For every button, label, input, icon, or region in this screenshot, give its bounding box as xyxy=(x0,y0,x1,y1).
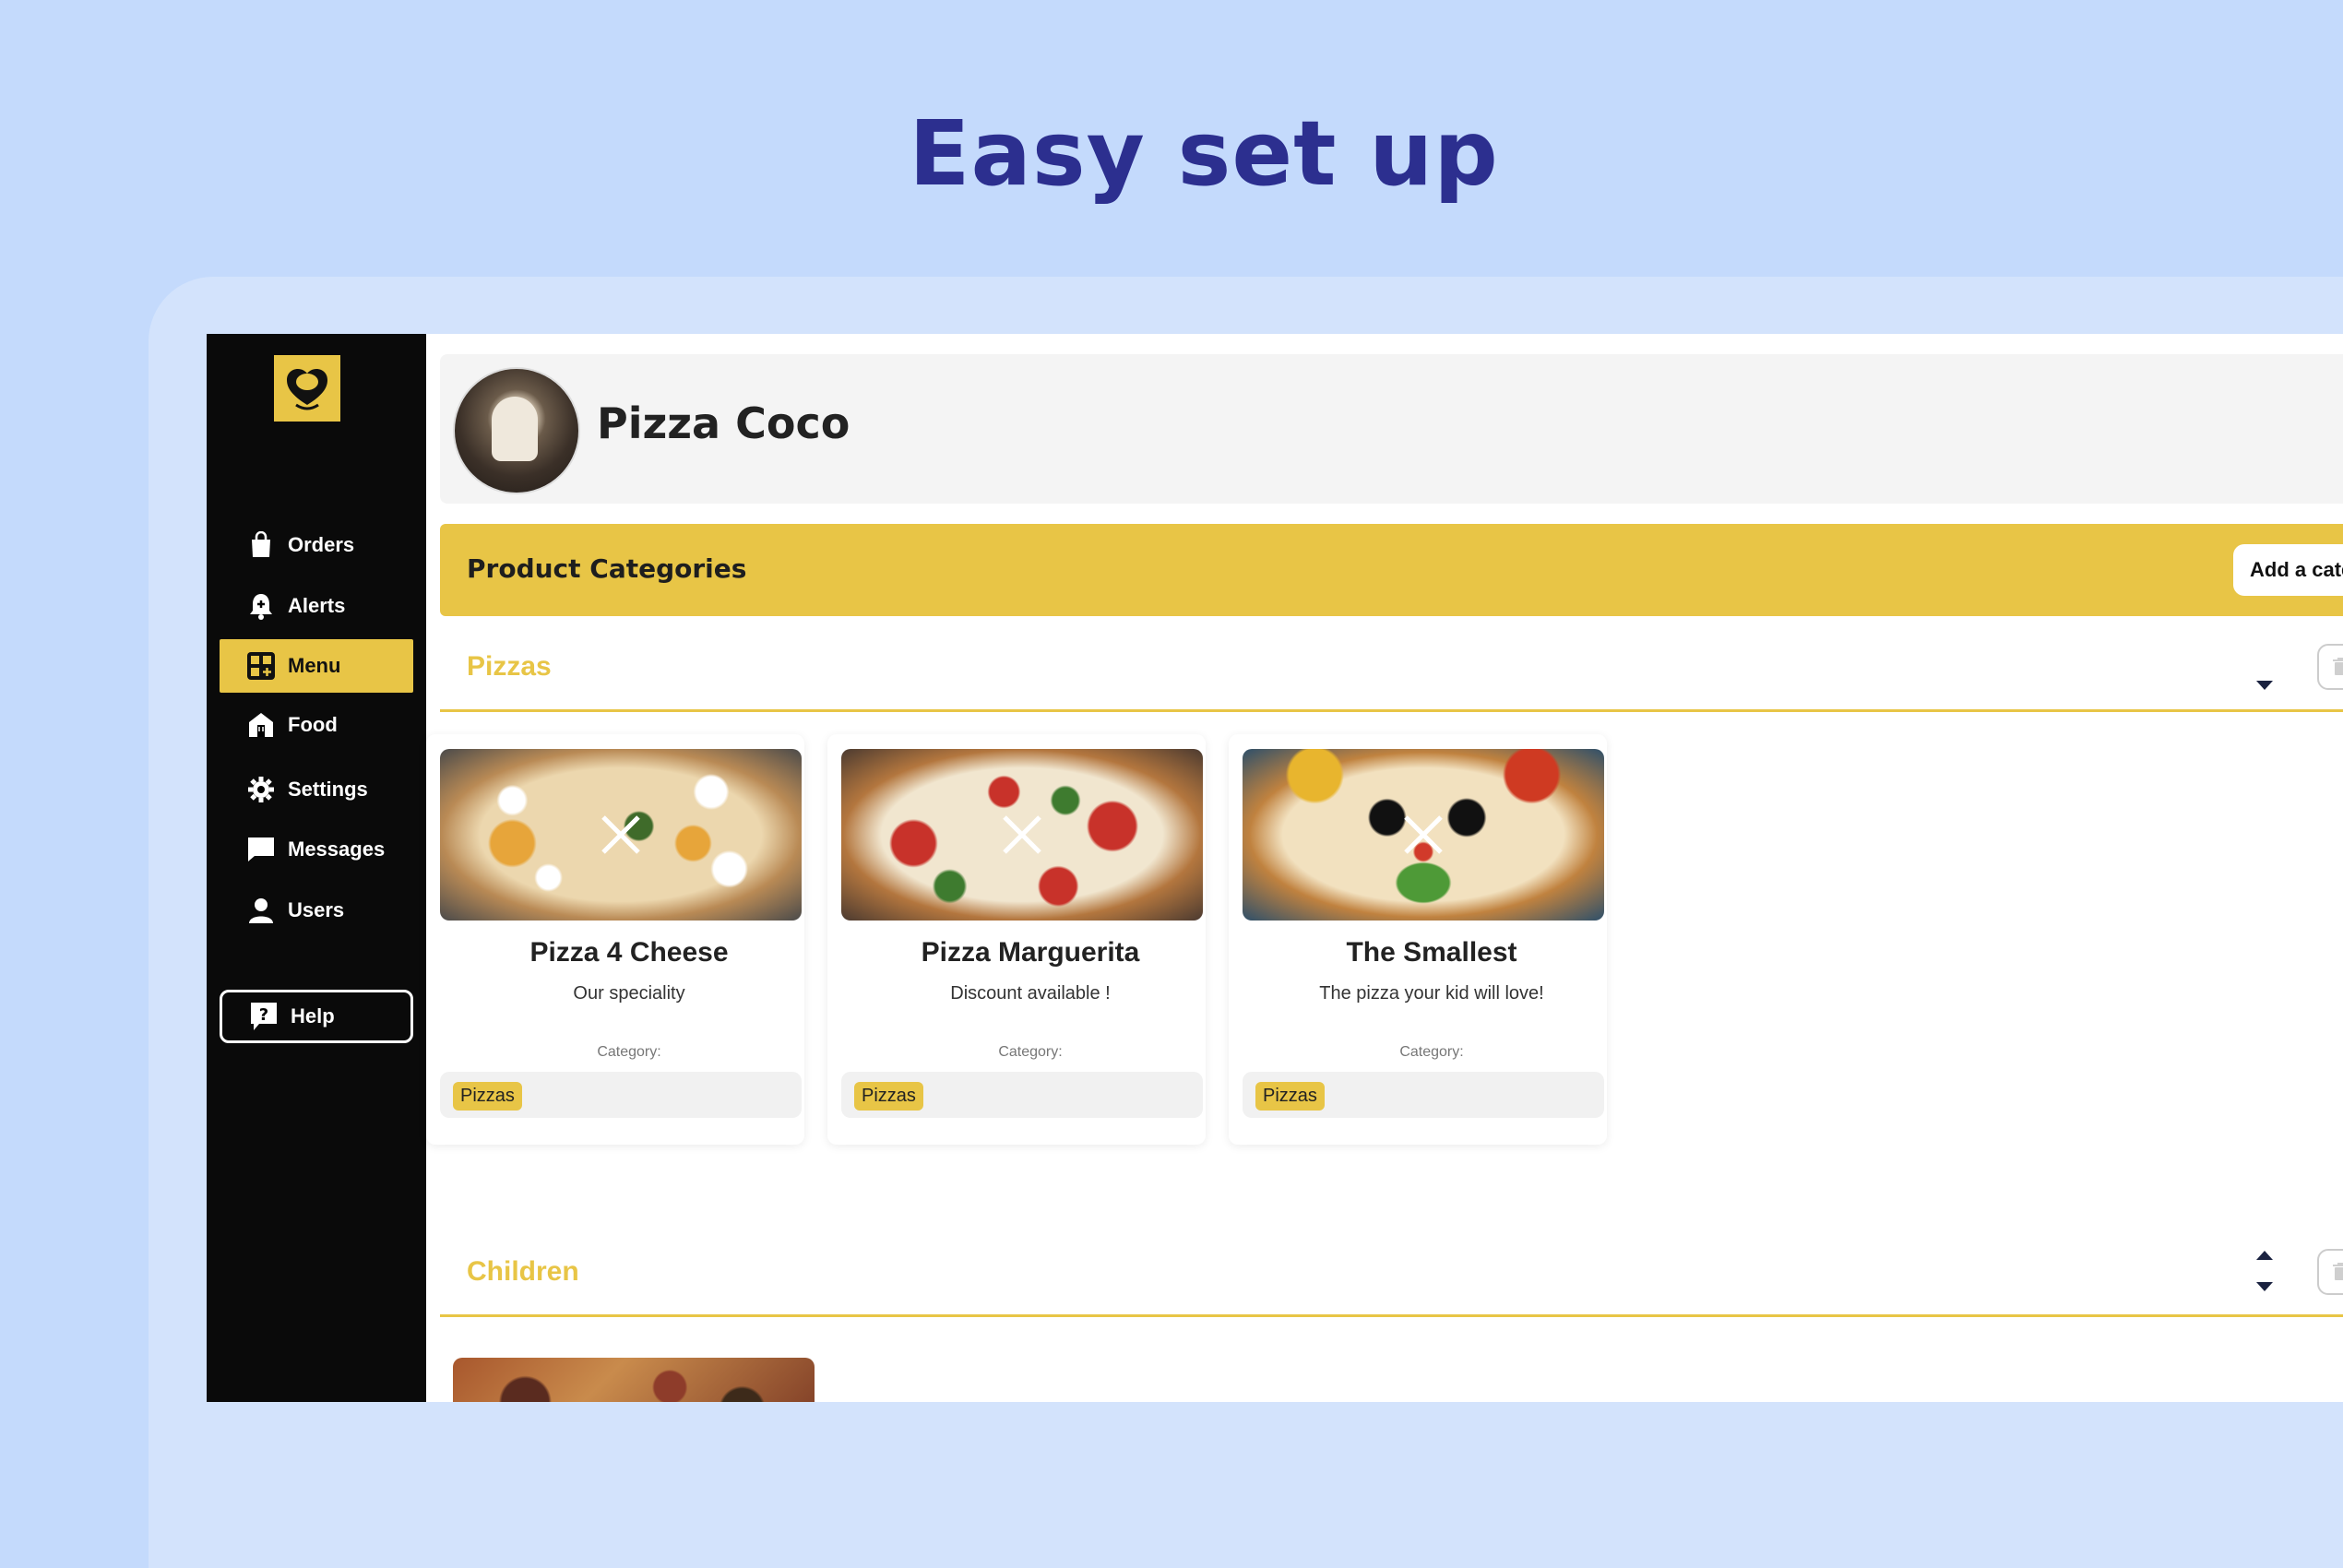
trash-icon xyxy=(2333,658,2343,675)
section-header-children[interactable]: Children xyxy=(440,1229,2343,1317)
category-tag: Pizzas xyxy=(1255,1082,1325,1111)
product-image[interactable] xyxy=(453,1358,815,1402)
sidebar-item-label: Food xyxy=(288,713,338,736)
restaurant-header: Pizza Coco xyxy=(440,354,2343,504)
category-field[interactable]: Pizzas xyxy=(440,1072,802,1118)
product-name: The Smallest xyxy=(1346,937,1517,968)
help-label: Help xyxy=(291,1004,335,1028)
sidebar-item-label: Orders xyxy=(288,533,355,556)
categories-title: Product Categories xyxy=(467,553,747,584)
category-field[interactable]: Pizzas xyxy=(1243,1072,1604,1118)
trash-icon xyxy=(2333,1263,2343,1280)
app-logo[interactable] xyxy=(274,355,340,422)
section-title: Children xyxy=(467,1256,579,1287)
restaurant-avatar[interactable] xyxy=(453,367,580,494)
bag-icon xyxy=(245,529,277,561)
section-title: Pizzas xyxy=(467,651,552,682)
sidebar-item-label: Users xyxy=(288,898,345,921)
category-label: Category: xyxy=(1399,1044,1464,1060)
category-label: Category: xyxy=(597,1044,661,1060)
delete-category-button[interactable] xyxy=(2317,1249,2343,1295)
product-name: Pizza 4 Cheese xyxy=(529,937,729,968)
product-description: Our speciality xyxy=(573,983,685,1004)
bell-icon xyxy=(245,590,277,622)
category-label: Category: xyxy=(998,1044,1063,1060)
menu-grid-icon xyxy=(245,650,277,682)
sidebar-item-users[interactable]: Users xyxy=(220,884,413,937)
gear-icon xyxy=(245,774,277,805)
sidebar-item-messages[interactable]: Messages xyxy=(220,823,413,876)
help-button[interactable]: ? Help xyxy=(220,990,413,1043)
chat-icon xyxy=(245,834,277,865)
help-icon: ? xyxy=(248,1001,279,1032)
sidebar-item-label: Menu xyxy=(288,654,341,677)
svg-text:?: ? xyxy=(259,1005,268,1025)
page-headline: Easy set up xyxy=(909,101,1499,206)
sidebar-item-settings[interactable]: Settings xyxy=(220,763,413,816)
category-field[interactable]: Pizzas xyxy=(841,1072,1203,1118)
sidebar-item-label: Settings xyxy=(288,778,368,801)
category-tag: Pizzas xyxy=(854,1082,923,1111)
categories-bar: Product Categories Add a category xyxy=(440,524,2343,616)
remove-image-icon[interactable] xyxy=(1402,814,1445,856)
app-window: Orders Alerts Menu Food Settings Message… xyxy=(207,334,2343,1402)
delete-category-button[interactable] xyxy=(2317,644,2343,690)
product-name: Pizza Marguerita xyxy=(921,937,1140,968)
add-category-button[interactable]: Add a category xyxy=(2233,544,2343,596)
chevron-down-icon[interactable] xyxy=(2254,677,2275,692)
section-header-pizzas[interactable]: Pizzas xyxy=(440,624,2343,712)
product-card[interactable]: Pizza Marguerita Discount available ! Ca… xyxy=(827,734,1206,1145)
product-image xyxy=(440,749,802,921)
sidebar-item-label: Alerts xyxy=(288,594,346,617)
sidebar: Orders Alerts Menu Food Settings Message… xyxy=(207,334,426,1402)
user-icon xyxy=(245,895,277,926)
sidebar-item-food[interactable]: Food xyxy=(220,698,413,752)
remove-image-icon[interactable] xyxy=(600,814,642,856)
product-image xyxy=(1243,749,1604,921)
product-image xyxy=(841,749,1203,921)
restaurant-name: Pizza Coco xyxy=(597,398,850,448)
chevron-up-icon[interactable] xyxy=(2254,1249,2275,1264)
main-content: Pizza Coco Product Categories Add a cate… xyxy=(426,334,2343,1402)
product-card[interactable]: The Smallest The pizza your kid will lov… xyxy=(1229,734,1607,1145)
remove-image-icon[interactable] xyxy=(1001,814,1043,856)
sidebar-item-orders[interactable]: Orders xyxy=(220,518,413,572)
product-card[interactable]: Pizza 4 Cheese Our speciality Category: … xyxy=(426,734,804,1145)
sidebar-item-menu[interactable]: Menu xyxy=(220,639,413,693)
food-store-icon xyxy=(245,709,277,741)
sidebar-item-alerts[interactable]: Alerts xyxy=(220,579,413,633)
heart-logo-icon xyxy=(287,369,327,410)
chevron-down-icon[interactable] xyxy=(2254,1278,2275,1293)
product-description: The pizza your kid will love! xyxy=(1319,983,1544,1004)
sidebar-item-label: Messages xyxy=(288,837,386,861)
product-description: Discount available ! xyxy=(950,983,1111,1004)
category-tag: Pizzas xyxy=(453,1082,522,1111)
